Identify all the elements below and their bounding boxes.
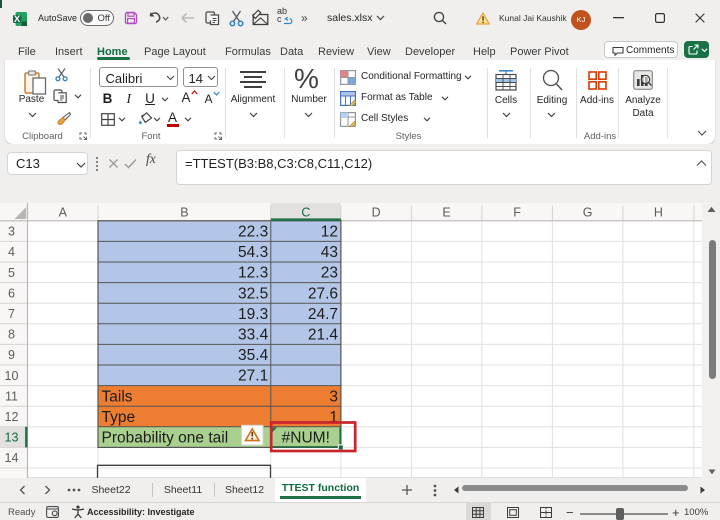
svg-text:C: C xyxy=(301,206,310,220)
svg-text:F: F xyxy=(513,206,521,220)
svg-text:13: 13 xyxy=(5,431,19,445)
svg-text:33.4: 33.4 xyxy=(238,327,269,344)
svg-text:B: B xyxy=(180,206,188,220)
svg-text:9: 9 xyxy=(8,348,15,362)
svg-text:43: 43 xyxy=(321,244,338,261)
svg-text:Type: Type xyxy=(102,409,136,426)
svg-text:24.7: 24.7 xyxy=(308,306,338,323)
svg-text:7: 7 xyxy=(8,307,15,321)
svg-text:54.3: 54.3 xyxy=(238,244,268,261)
svg-text:10: 10 xyxy=(5,369,19,383)
svg-text:27.1: 27.1 xyxy=(238,368,268,385)
svg-text:6: 6 xyxy=(8,286,15,300)
svg-text:X: X xyxy=(14,14,21,25)
svg-text:Tails: Tails xyxy=(102,388,133,405)
svg-text:35.4: 35.4 xyxy=(238,347,269,364)
svg-text:5: 5 xyxy=(8,266,15,280)
svg-text:19.3: 19.3 xyxy=(238,306,268,323)
svg-text:4: 4 xyxy=(8,245,15,259)
svg-text:14: 14 xyxy=(5,451,19,465)
svg-text:8: 8 xyxy=(8,328,15,342)
svg-text:32.5: 32.5 xyxy=(238,285,268,302)
svg-text:G: G xyxy=(583,206,593,220)
svg-text:27.6: 27.6 xyxy=(308,285,338,302)
svg-text:21.4: 21.4 xyxy=(308,327,339,344)
svg-text:12.3: 12.3 xyxy=(238,265,268,282)
svg-text:12: 12 xyxy=(5,410,19,424)
svg-text:3: 3 xyxy=(8,225,15,239)
svg-text:#NUM!: #NUM! xyxy=(282,430,330,447)
svg-text:12: 12 xyxy=(321,224,338,241)
svg-text:E: E xyxy=(442,206,450,220)
svg-text:22.3: 22.3 xyxy=(238,224,268,241)
svg-text:H: H xyxy=(654,206,663,220)
svg-text:D: D xyxy=(372,206,381,220)
svg-text:23: 23 xyxy=(321,265,338,282)
svg-text:A: A xyxy=(59,206,68,220)
svg-text:11: 11 xyxy=(5,389,18,403)
svg-text:3: 3 xyxy=(329,388,338,405)
svg-text:Probability one tail: Probability one tail xyxy=(102,430,229,447)
